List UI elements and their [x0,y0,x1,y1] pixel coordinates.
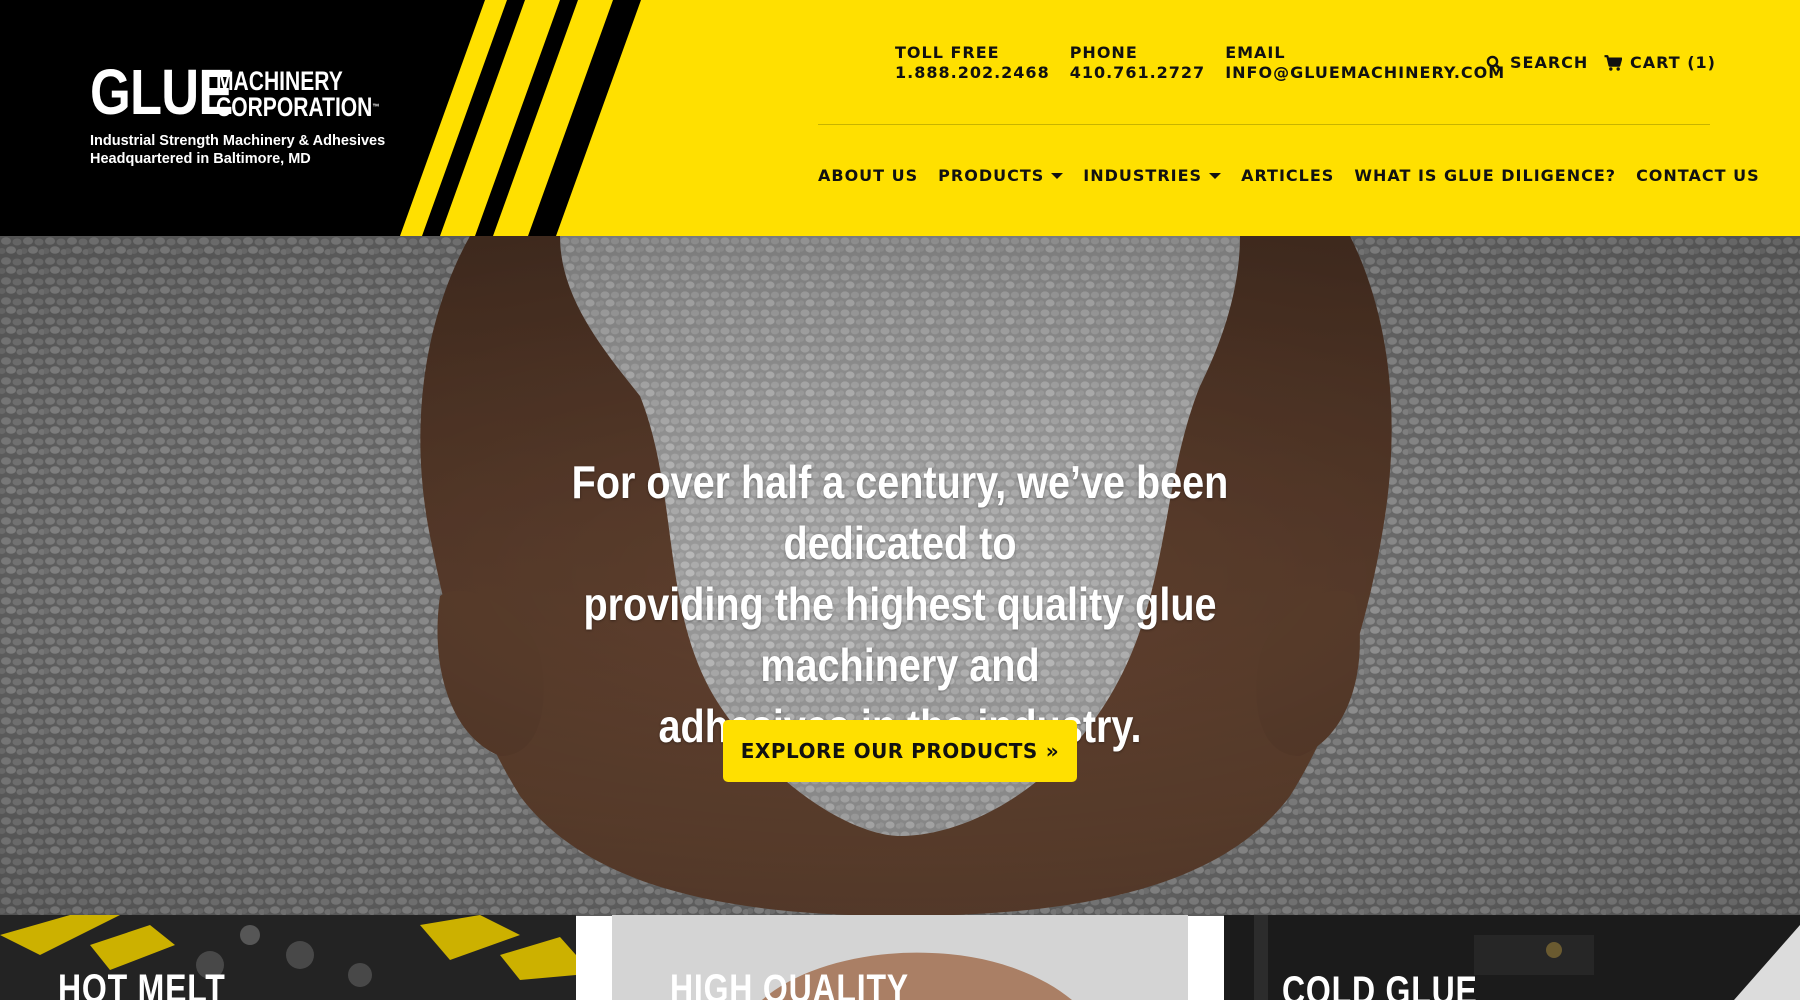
tagline-line-2: Headquartered in Baltimore, MD [90,151,311,167]
nav-about-us[interactable]: ABOUT US [818,166,918,185]
explore-products-label: EXPLORE OUR PRODUCTS [740,739,1038,763]
card-hot-melt-title: HOT MELT [58,967,226,1000]
cart-icon [1604,54,1622,71]
toll-free-label: TOLL FREE [895,43,1000,62]
cart-link[interactable]: CART (1) [1604,53,1716,72]
email-contact[interactable]: EMAIL INFO@GLUEMACHINERY.COM [1225,43,1505,83]
logo-glue-text: GLUE [90,56,233,128]
email-label: EMAIL [1225,43,1286,62]
logo-tagline: Industrial Strength Machinery & Adhesive… [90,132,426,168]
search-icon [1486,55,1502,71]
card-cold-glue[interactable]: COLD GLUE [1224,915,1800,1000]
company-logo[interactable]: GLUE MACHINERY CORPORATION™ Industrial S… [90,56,426,168]
card-high-quality[interactable]: HIGH QUALITY [612,915,1188,1000]
nav-industries[interactable]: INDUSTRIES [1083,166,1222,185]
logo-corporation-line: CORPORATION™ [216,92,380,122]
chevron-down-icon [1209,172,1222,179]
hero-headline-line-1: For over half a century, we’ve been dedi… [571,456,1229,569]
logo-corporation-text: CORPORATION [216,92,373,122]
hero-headline: For over half a century, we’ve been dedi… [496,452,1304,757]
explore-products-button[interactable]: EXPLORE OUR PRODUCTS » [723,720,1077,782]
phone-contact[interactable]: PHONE 410.761.2727 [1070,43,1205,83]
card-high-quality-title: HIGH QUALITY [670,967,909,1000]
nav-contact-us[interactable]: CONTACT US [1636,166,1760,185]
double-chevron-right-icon: » [1045,739,1060,763]
toll-free-number[interactable]: 1.888.202.2468 [895,63,1050,83]
header-divider [818,124,1710,125]
search-label: SEARCH [1510,53,1589,72]
nav-glue-diligence[interactable]: WHAT IS GLUE DILIGENCE? [1354,166,1616,185]
hero-banner: For over half a century, we’ve been dedi… [0,236,1800,916]
phone-label: PHONE [1069,43,1138,62]
phone-number[interactable]: 410.761.2727 [1070,63,1205,83]
search-link[interactable]: SEARCH [1486,53,1588,72]
toll-free-contact[interactable]: TOLL FREE 1.888.202.2468 [895,43,1050,83]
logo-machinery-text: MACHINERY [216,66,343,96]
site-header: GLUE MACHINERY CORPORATION™ Industrial S… [0,0,1800,236]
nav-articles[interactable]: ARTICLES [1241,166,1334,185]
nav-articles-label: ARTICLES [1241,166,1335,185]
nav-products[interactable]: PRODUCTS [938,166,1064,185]
logo-trademark: ™ [372,102,380,112]
nav-industries-label: INDUSTRIES [1083,166,1203,185]
card-cold-glue-title: COLD GLUE [1282,969,1478,1000]
hero-headline-line-2: providing the highest quality glue machi… [583,578,1217,691]
contact-info: TOLL FREE 1.888.202.2468 PHONE 410.761.2… [895,43,1525,83]
category-cards: HOT MELT HIGH QUALITY COLD GLUE [0,915,1800,1000]
nav-about-us-label: ABOUT US [818,166,919,185]
logo-corp-text: MACHINERY CORPORATION™ [216,66,380,122]
card-hot-melt[interactable]: HOT MELT [0,915,576,1000]
main-nav: ABOUT US PRODUCTS INDUSTRIES ARTICLES WH… [818,166,1760,185]
nav-products-label: PRODUCTS [938,166,1045,185]
email-address[interactable]: INFO@GLUEMACHINERY.COM [1225,63,1505,83]
cart-label: CART (1) [1630,53,1716,72]
chevron-down-icon [1051,172,1064,179]
tagline-line-1: Industrial Strength Machinery & Adhesive… [90,133,386,149]
nav-glue-diligence-label: WHAT IS GLUE DILIGENCE? [1354,166,1617,185]
logo-wordmark: GLUE MACHINERY CORPORATION™ [90,56,426,128]
nav-contact-us-label: CONTACT US [1636,166,1760,185]
